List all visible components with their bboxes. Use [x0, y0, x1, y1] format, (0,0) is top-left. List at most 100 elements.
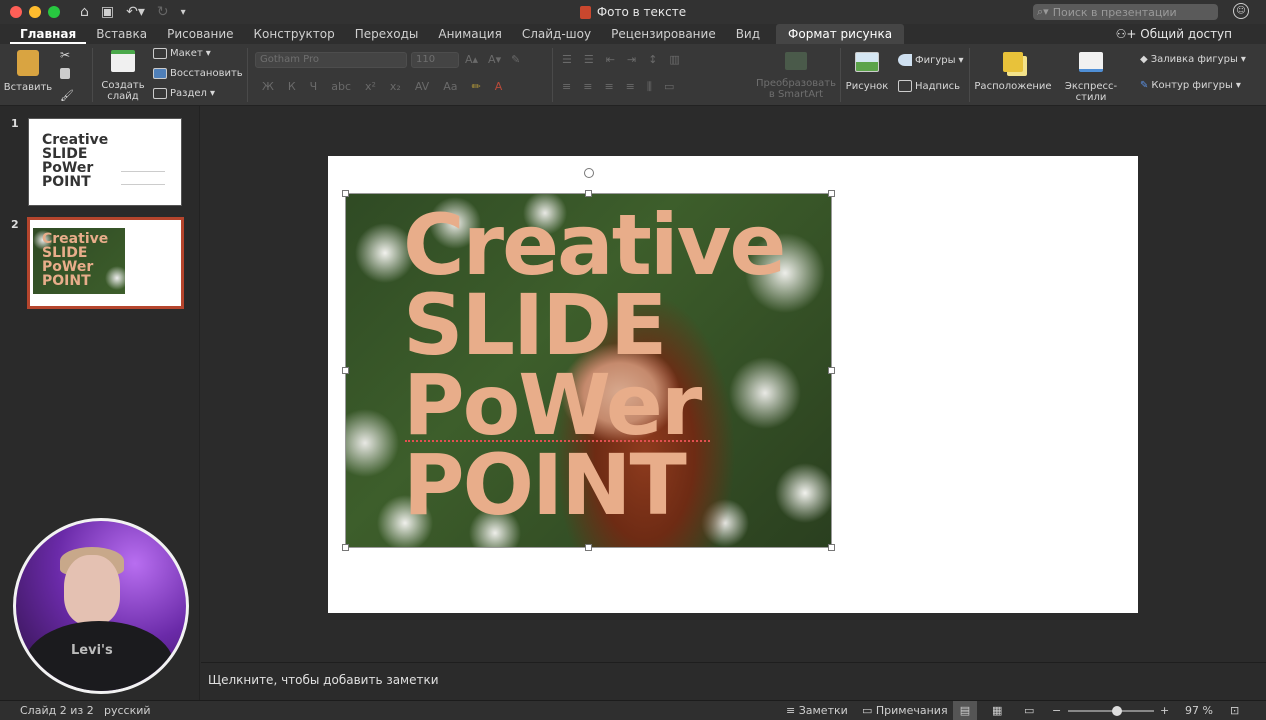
shapes-button[interactable]: Фигуры ▾: [898, 54, 964, 66]
increase-font-icon[interactable]: A▴: [465, 53, 478, 66]
arrange-button[interactable]: Расположение: [974, 52, 1052, 92]
undo-icon[interactable]: ↶▾: [126, 4, 145, 20]
italic-icon[interactable]: К: [288, 80, 296, 93]
reset-label: Восстановить: [170, 68, 243, 79]
thumb-2-line: Creative: [42, 231, 109, 247]
minimize-window-button[interactable]: [29, 6, 41, 18]
tab-review[interactable]: Рецензирование: [601, 24, 726, 44]
tab-transitions[interactable]: Переходы: [345, 24, 429, 44]
zoom-out-button[interactable]: −: [1052, 704, 1061, 717]
resize-handle-bottom-left[interactable]: [342, 544, 349, 551]
notes-pane[interactable]: Щелкните, чтобы добавить заметки: [201, 662, 1266, 700]
tab-insert[interactable]: Вставка: [86, 24, 157, 44]
superscript-icon[interactable]: x²: [365, 80, 376, 93]
text-direction-icon[interactable]: ⫼: [647, 80, 652, 94]
line-spacing-icon[interactable]: ↕: [648, 53, 657, 66]
columns-icon[interactable]: ▥: [669, 53, 679, 66]
font-color-icon[interactable]: A: [495, 80, 503, 93]
paste-button[interactable]: Вставить: [4, 50, 52, 93]
document-icon: [579, 5, 591, 19]
align-text-icon[interactable]: ▭: [664, 80, 674, 94]
justify-icon[interactable]: ≡: [626, 80, 635, 94]
reset-button[interactable]: Восстановить: [153, 68, 243, 79]
tab-slideshow[interactable]: Слайд-шоу: [512, 24, 601, 44]
normal-view-button[interactable]: ▤: [953, 701, 977, 720]
quick-styles-button[interactable]: Экспресс-стили: [1051, 52, 1131, 103]
comments-toggle-button[interactable]: ▭ Примечания: [862, 704, 948, 717]
font-name-field[interactable]: Gotham Pro: [255, 52, 407, 68]
ribbon-separator: [969, 48, 970, 102]
copy-icon[interactable]: [60, 68, 70, 79]
tab-view[interactable]: Вид: [726, 24, 770, 44]
slide-thumbnail-1[interactable]: Creative SLIDE PoWer POINT: [28, 118, 182, 206]
convert-smartart-button[interactable]: Преобразовать в SmartArt: [756, 52, 836, 100]
photo-text-line: PoWer: [403, 356, 702, 454]
clear-format-icon[interactable]: ✎: [511, 53, 520, 66]
tab-picture-format[interactable]: Формат рисунка: [776, 24, 905, 44]
resize-handle-left[interactable]: [342, 367, 349, 374]
subscript-icon[interactable]: x₂: [390, 80, 401, 93]
tab-design[interactable]: Конструктор: [244, 24, 345, 44]
comments-toggle-label: Примечания: [875, 704, 948, 717]
shape-fill-button[interactable]: ◆ Заливка фигуры ▾: [1140, 54, 1246, 65]
strikethrough-icon[interactable]: abc: [331, 80, 351, 93]
resize-handle-top-right[interactable]: [828, 190, 835, 197]
redo-icon[interactable]: ↻: [157, 4, 169, 20]
resize-handle-bottom-right[interactable]: [828, 544, 835, 551]
language-indicator[interactable]: русский: [104, 704, 151, 717]
bold-icon[interactable]: Ж: [262, 80, 274, 93]
tab-home[interactable]: Главная: [10, 24, 87, 44]
current-slide[interactable]: Creative SLIDE PoWer POINT: [328, 156, 1138, 613]
zoom-in-button[interactable]: +: [1160, 704, 1169, 717]
zoom-window-button[interactable]: [48, 6, 60, 18]
window-title-text: Фото в тексте: [596, 5, 687, 19]
zoom-slider[interactable]: [1068, 706, 1154, 716]
resize-handle-bottom[interactable]: [585, 544, 592, 551]
indent-icon[interactable]: ⇥: [627, 53, 636, 66]
bullets-icon[interactable]: ☰: [562, 53, 572, 66]
change-case-icon[interactable]: Aa: [443, 80, 457, 93]
smartart-icon: [785, 52, 807, 70]
underline-icon[interactable]: Ч: [310, 80, 318, 93]
align-center-icon[interactable]: ≡: [583, 80, 592, 94]
format-painter-icon[interactable]: 🖌: [60, 89, 74, 102]
feedback-smile-icon[interactable]: ☺: [1233, 3, 1249, 19]
save-icon[interactable]: ▣: [101, 4, 114, 20]
textbox-button[interactable]: Надпись: [898, 80, 960, 92]
customize-toolbar-icon[interactable]: ▾: [181, 7, 186, 18]
slide-editing-canvas[interactable]: Creative SLIDE PoWer POINT: [201, 106, 1266, 662]
arrange-icon: [1003, 52, 1023, 72]
slide-sorter-button[interactable]: ▦: [992, 704, 1002, 717]
resize-handle-right[interactable]: [828, 367, 835, 374]
slide-thumbnail-2[interactable]: Creative SLIDE PoWer POINT: [27, 217, 184, 309]
reading-view-button[interactable]: ▭: [1024, 704, 1034, 717]
selected-picture[interactable]: Creative SLIDE PoWer POINT: [345, 193, 832, 548]
highlight-icon[interactable]: ✏: [471, 80, 480, 93]
decrease-font-icon[interactable]: A▾: [488, 53, 501, 66]
tab-animations[interactable]: Анимация: [428, 24, 511, 44]
numbering-icon[interactable]: ☰: [584, 53, 594, 66]
fit-to-window-button[interactable]: ⊡: [1230, 704, 1239, 717]
resize-handle-top[interactable]: [585, 190, 592, 197]
zoom-slider-thumb[interactable]: [1112, 706, 1123, 716]
align-left-icon[interactable]: ≡: [562, 80, 571, 94]
char-spacing-icon[interactable]: AV: [415, 80, 429, 93]
shape-outline-button[interactable]: ✎ Контур фигуры ▾: [1140, 80, 1241, 91]
close-window-button[interactable]: [10, 6, 22, 18]
align-right-icon[interactable]: ≡: [604, 80, 613, 94]
font-size-field[interactable]: 110: [411, 52, 459, 68]
tab-draw[interactable]: Рисование: [157, 24, 243, 44]
new-slide-button[interactable]: Создать слайд: [100, 50, 146, 102]
home-icon[interactable]: ⌂: [80, 4, 89, 20]
outdent-icon[interactable]: ⇤: [606, 53, 615, 66]
section-button[interactable]: Раздел ▾: [153, 88, 215, 99]
search-input[interactable]: ⌕▾ Поиск в презентации: [1033, 4, 1218, 20]
share-button[interactable]: ⚇+ Общий доступ: [1116, 24, 1232, 44]
cut-icon[interactable]: ✂: [60, 48, 70, 62]
picture-button[interactable]: Рисунок: [846, 52, 888, 92]
zoom-level[interactable]: 97 %: [1185, 704, 1213, 717]
rotate-handle-icon[interactable]: [584, 168, 594, 178]
layout-button[interactable]: Макет ▾: [153, 48, 211, 59]
notes-toggle-button[interactable]: ≡ Заметки: [786, 704, 848, 717]
resize-handle-top-left[interactable]: [342, 190, 349, 197]
